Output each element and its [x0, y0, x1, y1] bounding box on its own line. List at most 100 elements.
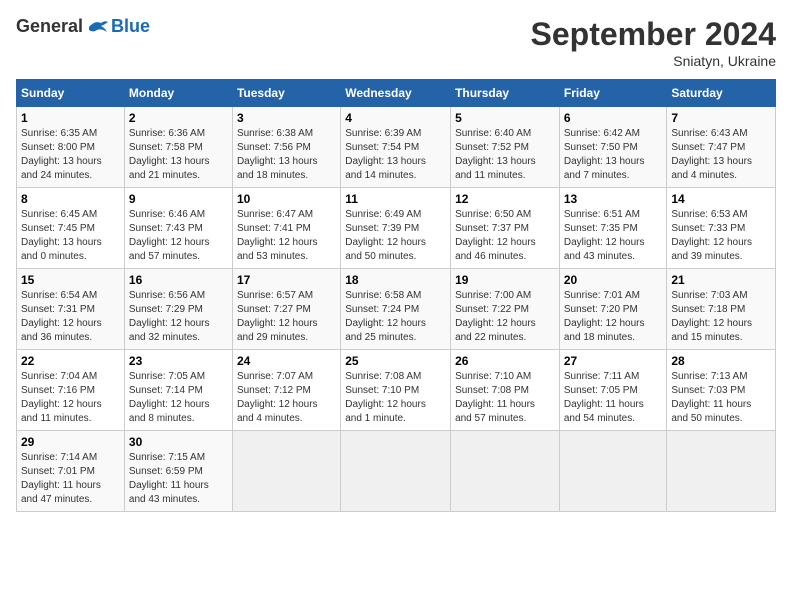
day-info: Sunrise: 6:40 AMSunset: 7:52 PMDaylight:… — [455, 127, 555, 183]
day-info: Sunrise: 6:57 AMSunset: 7:27 PMDaylight:… — [237, 289, 336, 345]
day-info: Sunrise: 7:13 AMSunset: 7:03 PMDaylight:… — [671, 370, 771, 426]
table-row: 27 Sunrise: 7:11 AMSunset: 7:05 PMDayligh… — [559, 350, 667, 431]
table-row — [559, 431, 667, 512]
calendar-header-row: Sunday Monday Tuesday Wednesday Thursday… — [17, 80, 776, 107]
day-info: Sunrise: 6:43 AMSunset: 7:47 PMDaylight:… — [671, 127, 771, 183]
logo-blue-text: Blue — [111, 16, 150, 37]
page-header: General Blue September 2024 Sniatyn, Ukr… — [16, 16, 776, 69]
table-row: 4 Sunrise: 6:39 AMSunset: 7:54 PMDaylight… — [341, 107, 451, 188]
table-row: 23 Sunrise: 7:05 AMSunset: 7:14 PMDayligh… — [124, 350, 232, 431]
col-tuesday: Tuesday — [232, 80, 340, 107]
calendar-week-row: 8Sunrise: 6:45 AMSunset: 7:45 PMDaylight… — [17, 188, 776, 269]
day-number: 2 — [129, 111, 228, 125]
day-info: Sunrise: 6:35 AMSunset: 8:00 PMDaylight:… — [21, 127, 120, 183]
day-number: 18 — [345, 273, 446, 287]
logo: General Blue — [16, 16, 150, 37]
day-number: 21 — [671, 273, 771, 287]
day-info: Sunrise: 6:53 AMSunset: 7:33 PMDaylight:… — [671, 208, 771, 264]
table-row: 8Sunrise: 6:45 AMSunset: 7:45 PMDaylight… — [17, 188, 125, 269]
day-info: Sunrise: 7:10 AMSunset: 7:08 PMDaylight:… — [455, 370, 555, 426]
day-number: 26 — [455, 354, 555, 368]
day-number: 9 — [129, 192, 228, 206]
calendar-table: Sunday Monday Tuesday Wednesday Thursday… — [16, 79, 776, 512]
day-number: 16 — [129, 273, 228, 287]
day-info: Sunrise: 7:15 AMSunset: 6:59 PMDaylight:… — [129, 451, 228, 507]
day-info: Sunrise: 6:38 AMSunset: 7:56 PMDaylight:… — [237, 127, 336, 183]
day-number: 14 — [671, 192, 771, 206]
day-info: Sunrise: 7:07 AMSunset: 7:12 PMDaylight:… — [237, 370, 336, 426]
day-number: 19 — [455, 273, 555, 287]
day-info: Sunrise: 6:39 AMSunset: 7:54 PMDaylight:… — [345, 127, 446, 183]
table-row: 28 Sunrise: 7:13 AMSunset: 7:03 PMDayligh… — [667, 350, 776, 431]
day-info: Sunrise: 6:47 AMSunset: 7:41 PMDaylight:… — [237, 208, 336, 264]
table-row: 6Sunrise: 6:42 AMSunset: 7:50 PMDaylight… — [559, 107, 667, 188]
location-subtitle: Sniatyn, Ukraine — [531, 53, 776, 69]
day-info: Sunrise: 6:50 AMSunset: 7:37 PMDaylight:… — [455, 208, 555, 264]
table-row: 1 Sunrise: 6:35 AMSunset: 8:00 PMDaylight… — [17, 107, 125, 188]
table-row: 5 Sunrise: 6:40 AMSunset: 7:52 PMDaylight… — [451, 107, 560, 188]
day-number: 25 — [345, 354, 446, 368]
day-number: 3 — [237, 111, 336, 125]
table-row: 22 Sunrise: 7:04 AMSunset: 7:16 PMDayligh… — [17, 350, 125, 431]
day-number: 28 — [671, 354, 771, 368]
col-sunday: Sunday — [17, 80, 125, 107]
day-info: Sunrise: 7:00 AMSunset: 7:22 PMDaylight:… — [455, 289, 555, 345]
table-row: 15 Sunrise: 6:54 AMSunset: 7:31 PMDayligh… — [17, 269, 125, 350]
col-friday: Friday — [559, 80, 667, 107]
day-number: 29 — [21, 435, 120, 449]
table-row: 12 Sunrise: 6:50 AMSunset: 7:37 PMDayligh… — [451, 188, 560, 269]
table-row: 16 Sunrise: 6:56 AMSunset: 7:29 PMDayligh… — [124, 269, 232, 350]
title-area: September 2024 Sniatyn, Ukraine — [531, 16, 776, 69]
day-info: Sunrise: 7:11 AMSunset: 7:05 PMDaylight:… — [564, 370, 663, 426]
day-number: 5 — [455, 111, 555, 125]
day-number: 1 — [21, 111, 120, 125]
day-number: 15 — [21, 273, 120, 287]
table-row: 11Sunrise: 6:49 AMSunset: 7:39 PMDayligh… — [341, 188, 451, 269]
day-number: 8 — [21, 192, 120, 206]
calendar-week-row: 29 Sunrise: 7:14 AMSunset: 7:01 PMDayligh… — [17, 431, 776, 512]
logo-bird-icon — [87, 18, 109, 36]
col-wednesday: Wednesday — [341, 80, 451, 107]
day-number: 22 — [21, 354, 120, 368]
day-number: 24 — [237, 354, 336, 368]
table-row — [232, 431, 340, 512]
table-row — [451, 431, 560, 512]
day-info: Sunrise: 6:46 AMSunset: 7:43 PMDaylight:… — [129, 208, 228, 264]
day-info: Sunrise: 6:56 AMSunset: 7:29 PMDaylight:… — [129, 289, 228, 345]
month-title: September 2024 — [531, 16, 776, 53]
table-row: 18Sunrise: 6:58 AMSunset: 7:24 PMDayligh… — [341, 269, 451, 350]
day-info: Sunrise: 7:04 AMSunset: 7:16 PMDaylight:… — [21, 370, 120, 426]
calendar-week-row: 1 Sunrise: 6:35 AMSunset: 8:00 PMDaylight… — [17, 107, 776, 188]
table-row: 21Sunrise: 7:03 AMSunset: 7:18 PMDayligh… — [667, 269, 776, 350]
table-row: 3 Sunrise: 6:38 AMSunset: 7:56 PMDaylight… — [232, 107, 340, 188]
day-number: 23 — [129, 354, 228, 368]
day-info: Sunrise: 7:05 AMSunset: 7:14 PMDaylight:… — [129, 370, 228, 426]
day-info: Sunrise: 6:51 AMSunset: 7:35 PMDaylight:… — [564, 208, 663, 264]
day-info: Sunrise: 6:54 AMSunset: 7:31 PMDaylight:… — [21, 289, 120, 345]
page-container: General Blue September 2024 Sniatyn, Ukr… — [0, 0, 792, 522]
day-info: Sunrise: 6:36 AMSunset: 7:58 PMDaylight:… — [129, 127, 228, 183]
table-row: 20Sunrise: 7:01 AMSunset: 7:20 PMDayligh… — [559, 269, 667, 350]
col-saturday: Saturday — [667, 80, 776, 107]
table-row: 9 Sunrise: 6:46 AMSunset: 7:43 PMDaylight… — [124, 188, 232, 269]
table-row: 30Sunrise: 7:15 AMSunset: 6:59 PMDayligh… — [124, 431, 232, 512]
day-info: Sunrise: 6:49 AMSunset: 7:39 PMDaylight:… — [345, 208, 446, 264]
day-info: Sunrise: 7:08 AMSunset: 7:10 PMDaylight:… — [345, 370, 446, 426]
table-row: 17Sunrise: 6:57 AMSunset: 7:27 PMDayligh… — [232, 269, 340, 350]
table-row: 13 Sunrise: 6:51 AMSunset: 7:35 PMDayligh… — [559, 188, 667, 269]
col-monday: Monday — [124, 80, 232, 107]
day-number: 13 — [564, 192, 663, 206]
day-info: Sunrise: 6:42 AMSunset: 7:50 PMDaylight:… — [564, 127, 663, 183]
table-row — [667, 431, 776, 512]
day-number: 10 — [237, 192, 336, 206]
table-row: 19 Sunrise: 7:00 AMSunset: 7:22 PMDayligh… — [451, 269, 560, 350]
table-row: 2 Sunrise: 6:36 AMSunset: 7:58 PMDaylight… — [124, 107, 232, 188]
logo-general-text: General — [16, 16, 83, 37]
day-info: Sunrise: 7:01 AMSunset: 7:20 PMDaylight:… — [564, 289, 663, 345]
day-number: 12 — [455, 192, 555, 206]
day-number: 27 — [564, 354, 663, 368]
day-number: 4 — [345, 111, 446, 125]
day-info: Sunrise: 7:14 AMSunset: 7:01 PMDaylight:… — [21, 451, 120, 507]
table-row: 24 Sunrise: 7:07 AMSunset: 7:12 PMDayligh… — [232, 350, 340, 431]
table-row: 26 Sunrise: 7:10 AMSunset: 7:08 PMDayligh… — [451, 350, 560, 431]
